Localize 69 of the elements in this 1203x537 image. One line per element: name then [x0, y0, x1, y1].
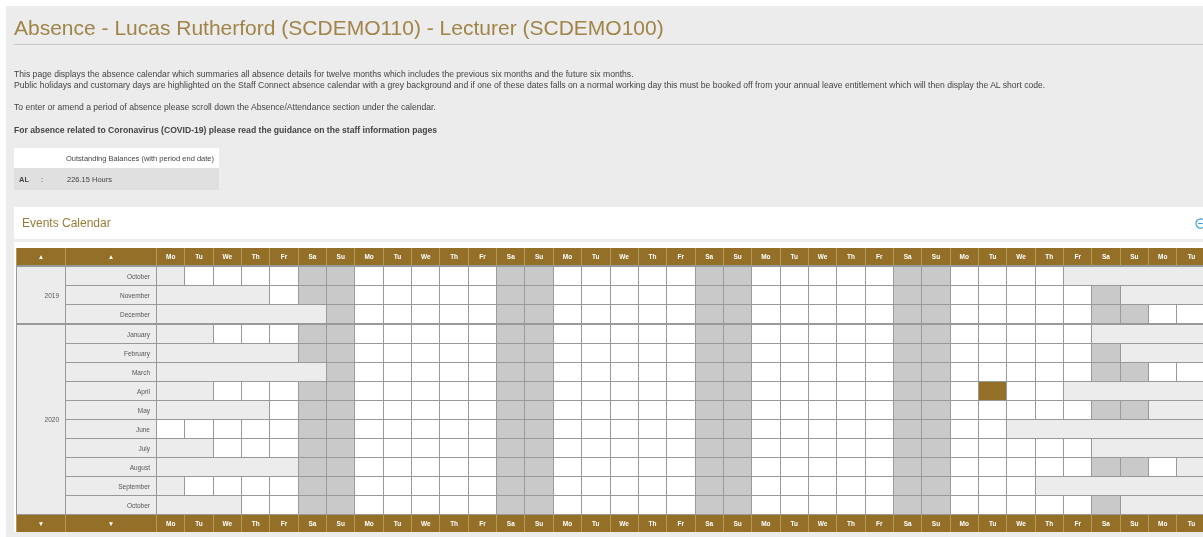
day-cell — [808, 324, 837, 344]
day-cell — [780, 324, 809, 344]
weekend-day-cell — [326, 324, 355, 344]
day-cell — [468, 266, 497, 286]
calendar-title: Events Calendar — [22, 216, 111, 230]
day-cell — [610, 324, 639, 344]
day-cell — [638, 324, 667, 344]
weekend-day-cell — [921, 266, 951, 286]
day-cell — [411, 266, 440, 286]
day-cell — [553, 266, 582, 286]
weekend-day-cell — [496, 324, 525, 344]
day-cell — [269, 266, 299, 286]
collapse-icon[interactable] — [1195, 217, 1203, 229]
weekend-day-cell — [723, 266, 752, 286]
weekend-day-cell — [695, 324, 724, 344]
day-cell — [241, 324, 270, 344]
weekend-day-cell — [496, 266, 525, 286]
day-cell — [354, 266, 384, 286]
weekend-day-cell — [921, 324, 951, 344]
day-cell — [581, 266, 610, 286]
day-cell — [383, 324, 412, 344]
weekend-day-cell — [893, 266, 922, 286]
day-cell — [1006, 324, 1036, 344]
notice-text: For absence related to Coronavirus (COVID-19) please read the guidance on the staff information pages — [14, 125, 439, 136]
day-cell — [638, 266, 667, 286]
day-cell — [553, 324, 582, 344]
day-cell — [666, 266, 696, 286]
day-cell — [439, 266, 469, 286]
day-cell — [950, 324, 979, 344]
day-cell — [1035, 266, 1064, 286]
day-cell — [354, 324, 384, 344]
day-cell — [1063, 324, 1092, 344]
day-cell — [780, 266, 809, 286]
weekend-day-cell — [524, 266, 554, 286]
weekend-day-cell — [893, 324, 922, 344]
day-cell — [751, 266, 781, 286]
day-cell — [1006, 266, 1036, 286]
day-cell — [1035, 324, 1064, 344]
intro-text: This page displays the absence calendar which summaries all absence details for twelve months which includes the previous six months and the future six months. — [14, 69, 635, 80]
day-cell — [241, 266, 270, 286]
day-cell — [439, 324, 469, 344]
day-cell — [581, 324, 610, 344]
page-title: Absence - Lucas Rutherford (SCDEMO110) - Lecturer (SCDEMO100) — [14, 15, 665, 41]
day-cell — [950, 266, 979, 286]
day-cell — [865, 324, 894, 344]
day-cell — [610, 266, 639, 286]
day-cell — [213, 266, 242, 286]
instruction-text: To enter or amend a period of absence please scroll down the Absence/Attendance section under the calendar. — [14, 102, 437, 113]
day-cell — [213, 324, 242, 344]
weekend-day-cell — [695, 266, 724, 286]
day-cell — [978, 324, 1007, 344]
weekend-day-cell — [298, 266, 327, 286]
day-cell — [184, 266, 214, 286]
day-cell — [808, 266, 837, 286]
day-cell — [978, 266, 1007, 286]
day-cell — [269, 324, 299, 344]
day-cell — [751, 324, 781, 344]
day-cell — [383, 266, 412, 286]
day-cell — [836, 266, 866, 286]
weekend-day-cell — [326, 266, 355, 286]
day-cell — [666, 324, 696, 344]
weekend-day-cell — [298, 324, 327, 344]
day-cell — [836, 324, 866, 344]
intro-text: Public holidays and customary days are highlighted on the Staff Connect absence calendar with a grey background and if one of these dates falls on a normal working day this must be booked off from your annual leave entitlement which will then display the AL short code. — [14, 80, 1047, 91]
weekend-day-cell — [723, 324, 752, 344]
day-cell — [865, 266, 894, 286]
day-cell — [468, 324, 497, 344]
day-cell — [411, 324, 440, 344]
weekend-day-cell — [524, 324, 554, 344]
